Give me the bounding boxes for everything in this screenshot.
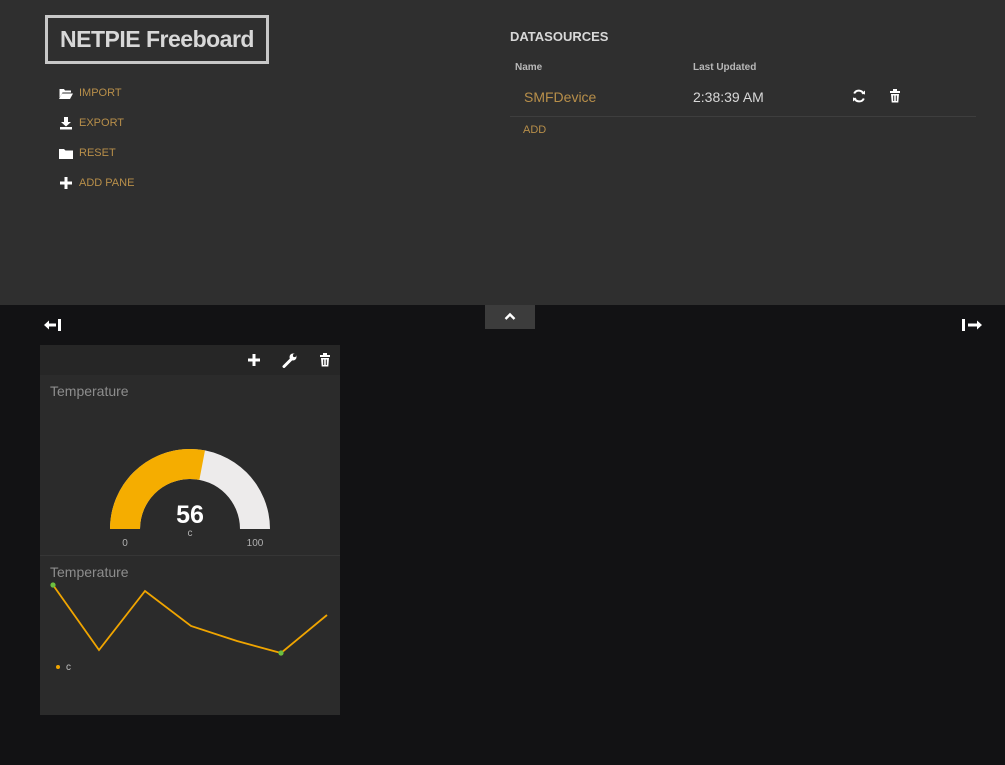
- datasources-title: DATASOURCES: [510, 29, 609, 44]
- column-header-last-updated: Last Updated: [693, 62, 757, 73]
- toggle-header-button[interactable]: [485, 305, 535, 329]
- add-column-icon[interactable]: [961, 317, 983, 333]
- chevron-up-icon: [504, 308, 516, 326]
- datasource-last-updated: 2:38:39 AM: [693, 89, 764, 105]
- legend-label: c: [66, 662, 71, 673]
- folder-open-icon: [57, 86, 75, 100]
- folder-icon: [57, 146, 75, 160]
- import-label: IMPORT: [79, 87, 122, 99]
- sparkline-chart: [50, 582, 328, 656]
- remove-column-icon[interactable]: [43, 317, 63, 333]
- delete-pane-icon[interactable]: [317, 352, 333, 368]
- add-pane-button[interactable]: ADD PANE: [57, 176, 134, 190]
- gauge-max-label: 100: [246, 538, 264, 549]
- sparkline-series-line: [52, 584, 328, 654]
- import-button[interactable]: IMPORT: [57, 86, 122, 100]
- widget-divider: [40, 555, 340, 556]
- pane-toolbar: [40, 345, 340, 375]
- reset-button[interactable]: RESET: [57, 146, 116, 160]
- wrench-icon[interactable]: [282, 352, 298, 368]
- gauge-value: 56: [176, 501, 204, 529]
- column-header-name: Name: [515, 62, 543, 73]
- export-button[interactable]: EXPORT: [57, 116, 124, 130]
- dashboard-pane: Temperature 56 c 0 100 Temperature c: [40, 345, 340, 715]
- refresh-icon[interactable]: [851, 88, 867, 104]
- add-pane-label: ADD PANE: [79, 177, 135, 189]
- header-panel: NETPIE Freeboard IMPORT EXPORT RESET ADD…: [0, 0, 1005, 305]
- export-label: EXPORT: [79, 117, 125, 129]
- gauge-unit: c: [187, 528, 193, 539]
- app-logo: NETPIE Freeboard: [45, 15, 269, 64]
- sparkline-max-point: [50, 582, 56, 588]
- datasource-name-link[interactable]: SMFDevice: [524, 89, 596, 105]
- plus-icon: [57, 176, 75, 190]
- add-widget-icon[interactable]: [246, 352, 262, 368]
- sparkline-min-point: [278, 650, 284, 656]
- gauge-min-label: 0: [122, 538, 128, 549]
- gauge-widget-title: Temperature: [50, 383, 129, 399]
- add-datasource-link[interactable]: ADD: [523, 124, 546, 136]
- datasource-row-divider: [510, 116, 976, 117]
- reset-label: RESET: [79, 147, 116, 159]
- legend-swatch: [56, 665, 60, 669]
- trash-icon[interactable]: [887, 88, 903, 104]
- download-icon: [57, 116, 75, 130]
